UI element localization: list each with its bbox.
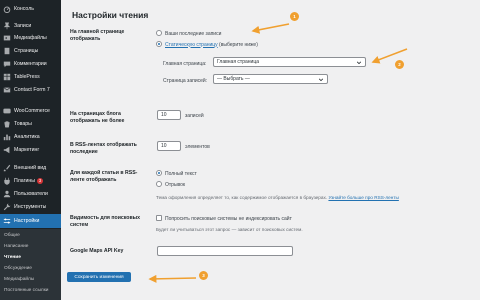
brush-icon <box>3 164 11 172</box>
posts-per-page-input[interactable]: 10 <box>157 110 181 120</box>
radio-static-page-label: Статическую страницу (выберите ниже) <box>165 41 258 48</box>
sidebar-item-label: TablePress <box>14 73 40 80</box>
rss-content-label: Для каждой статьи в RSS-ленте отображать <box>70 170 138 183</box>
sidebar-item-label: Страницы <box>14 47 39 54</box>
page-title: Настройки чтения <box>72 10 149 20</box>
submenu-writing[interactable]: Написание <box>4 244 28 249</box>
page-icon <box>3 47 11 55</box>
analytics-icon <box>3 133 11 141</box>
comment-icon <box>3 60 11 68</box>
sidebar-item-label: Плагины 3 <box>14 177 43 184</box>
dashboard-icon <box>3 5 11 13</box>
posts-per-page-unit: записей <box>185 112 204 119</box>
gmaps-api-key-input[interactable] <box>157 246 293 256</box>
posts-page-value: — Выбрать — <box>217 76 250 82</box>
woo-icon <box>3 107 11 115</box>
radio-static-page[interactable] <box>156 41 162 47</box>
mail-icon <box>3 86 11 94</box>
sidebar-item-label: Товары <box>14 120 32 127</box>
radio-latest-posts[interactable] <box>156 30 162 36</box>
sidebar-item-label: Аналитика <box>14 133 40 140</box>
settings-icon <box>3 217 11 225</box>
megaphone-icon <box>3 146 11 154</box>
sidebar-item-label: Комментарии <box>14 60 47 67</box>
radio-full-text[interactable] <box>156 170 162 176</box>
submenu-permalinks[interactable]: Постоянные ссылки <box>4 288 49 293</box>
media-icon <box>3 34 11 42</box>
front-page-value: Главная страница <box>217 59 259 65</box>
settings-submenu: Общие Написание Чтение Обсуждение Медиаф… <box>0 229 61 300</box>
posts-page-label: Страница записей: <box>163 78 208 84</box>
submenu-media[interactable]: Медиафайлы <box>4 277 34 282</box>
homepage-display-label: На главной странице отображать <box>70 29 125 42</box>
front-page-label: Главная страница: <box>163 61 207 67</box>
annotation-marker-3: 3 <box>199 271 208 280</box>
search-visibility-description: Будет ли учитываться этот запрос — завис… <box>156 227 303 232</box>
front-page-select[interactable]: Главная страница <box>213 57 366 67</box>
rss-items-input[interactable]: 10 <box>157 141 181 151</box>
submenu-discussion[interactable]: Обсуждение <box>4 266 32 271</box>
sidebar-item-label: Консоль <box>14 5 34 12</box>
sidebar-item-media[interactable]: Медиафайлы <box>0 31 61 44</box>
static-page-link[interactable]: Статическую страницу <box>165 42 218 48</box>
save-changes-button[interactable]: Сохранить изменения <box>67 272 131 282</box>
sidebar-item-tools[interactable]: Инструменты <box>0 200 61 213</box>
sidebar-item-label: Contact Form 7 <box>14 86 50 93</box>
rss-items-label: В RSS-лентах отображать последние <box>70 142 137 155</box>
rss-items-unit: элементов <box>185 143 210 150</box>
sidebar-item-tablepress[interactable]: TablePress <box>0 70 61 83</box>
rss-learn-more-link[interactable]: Узнайте больше про RSS-ленты <box>328 195 398 200</box>
sidebar-item-settings[interactable]: Настройки <box>0 214 61 228</box>
product-icon <box>3 120 11 128</box>
annotation-marker-1: 1 <box>290 12 299 21</box>
sidebar-item-users[interactable]: Пользователи <box>0 187 61 200</box>
radio-excerpt[interactable] <box>156 181 162 187</box>
radio-full-text-label: Полный текст <box>165 170 197 177</box>
sidebar-item-label: Пользователи <box>14 190 48 197</box>
sidebar-item-plugins[interactable]: Плагины 3 <box>0 174 61 187</box>
sidebar-item-label: Маркетинг <box>14 146 40 153</box>
sidebar-item-analytics[interactable]: Аналитика <box>0 130 61 143</box>
radio-latest-posts-label: Ваши последние записи <box>165 30 222 37</box>
chevron-down-icon <box>356 61 362 65</box>
sidebar-item-appearance[interactable]: Внешний вид <box>0 161 61 174</box>
sidebar-item-products[interactable]: Товары <box>0 117 61 130</box>
sidebar-item-label: Внешний вид <box>14 164 47 171</box>
sidebar-item-contact-form[interactable]: Contact Form 7 <box>0 83 61 96</box>
table-icon <box>3 73 11 81</box>
discourage-search-checkbox[interactable] <box>156 215 162 221</box>
submenu-general[interactable]: Общие <box>4 233 20 238</box>
radio-excerpt-label: Отрывок <box>165 181 186 188</box>
sidebar-item-dashboard[interactable]: Консоль <box>0 2 61 15</box>
wrench-icon <box>3 203 11 211</box>
user-icon <box>3 190 11 198</box>
sidebar-item-label: WooCommerce <box>14 107 50 114</box>
sidebar-item-label: Инструменты <box>14 203 47 210</box>
sidebar-item-label: Записи <box>14 22 32 29</box>
sidebar-item-comments[interactable]: Комментарии <box>0 57 61 70</box>
search-visibility-label: Видимость для поисковых систем <box>70 215 140 228</box>
discourage-search-checkbox-label: Попросить поисковые системы не индексиро… <box>165 215 292 222</box>
rss-description: Тема оформления определяет то, как содер… <box>156 195 399 200</box>
posts-per-page-label: На страницах блога отображать не более <box>70 111 125 124</box>
annotation-marker-2: 2 <box>395 60 404 69</box>
plugins-update-badge: 3 <box>37 177 43 184</box>
sidebar-item-label: Медиафайлы <box>14 34 47 41</box>
admin-sidebar: Консоль Записи Медиафайлы Страницы Комме… <box>0 0 61 300</box>
sidebar-item-label: Настройки <box>14 218 40 224</box>
sidebar-item-woocommerce[interactable]: WooCommerce <box>0 104 61 117</box>
chevron-down-icon <box>318 78 324 82</box>
submenu-reading[interactable]: Чтение <box>4 255 21 260</box>
pin-icon <box>3 21 11 30</box>
plugin-icon <box>3 177 11 185</box>
gmaps-api-key-label: Google Maps API Key <box>70 248 124 254</box>
main-content: Настройки чтения На главной странице ото… <box>61 0 480 300</box>
sidebar-item-marketing[interactable]: Маркетинг <box>0 143 61 156</box>
sidebar-item-pages[interactable]: Страницы <box>0 44 61 57</box>
posts-page-select[interactable]: — Выбрать — <box>213 74 328 84</box>
